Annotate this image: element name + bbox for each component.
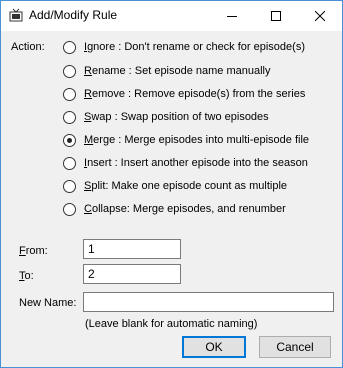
tv-icon	[9, 8, 23, 22]
radio-button[interactable]	[63, 202, 76, 216]
dialog-body: Action: Ignore : Don't rename or check f…	[1, 31, 342, 367]
radio-rename[interactable]: Rename : Set episode name manually	[63, 63, 271, 79]
window-title: Add/Modify Rule	[29, 8, 118, 22]
radio-label: Rename : Set episode name manually	[84, 65, 271, 77]
radio-label: Merge : Merge episodes into multi-episod…	[84, 134, 310, 146]
radio-remove[interactable]: Remove : Remove episode(s) from the seri…	[63, 86, 305, 102]
minimize-button[interactable]	[210, 1, 254, 31]
radio-label: Remove : Remove episode(s) from the seri…	[84, 88, 306, 100]
radio-button[interactable]	[63, 110, 76, 124]
cancel-button[interactable]: Cancel	[259, 336, 331, 358]
radio-button[interactable]	[63, 156, 76, 170]
minimize-icon	[227, 16, 237, 17]
radio-collapse[interactable]: Collapse: Merge episodes, and renumber	[63, 201, 286, 217]
action-label: Action:	[11, 41, 45, 53]
new-name-label: New Name:	[19, 297, 77, 309]
radio-insert[interactable]: Insert : Insert another episode into the…	[63, 155, 308, 171]
radio-button-selected[interactable]	[63, 133, 76, 147]
to-input[interactable]: 2	[83, 264, 181, 284]
radio-ignore[interactable]: Ignore : Don't rename or check for episo…	[63, 39, 305, 55]
radio-split[interactable]: Split: Make one episode count as multipl…	[63, 178, 287, 194]
radio-merge[interactable]: Merge : Merge episodes into multi-episod…	[63, 132, 309, 148]
from-input[interactable]: 1	[83, 239, 181, 259]
title-bar[interactable]: Add/Modify Rule	[1, 1, 342, 31]
radio-label: Collapse: Merge episodes, and renumber	[84, 203, 286, 215]
from-label: From:	[19, 245, 48, 257]
radio-button[interactable]	[63, 40, 76, 54]
close-icon	[315, 11, 325, 21]
add-modify-rule-dialog: Add/Modify Rule Action: Ignore : Don't r…	[0, 0, 343, 368]
radio-button[interactable]	[63, 64, 76, 78]
radio-button[interactable]	[63, 179, 76, 193]
radio-label: Swap : Swap position of two episodes	[84, 111, 269, 123]
maximize-icon	[271, 11, 281, 21]
radio-swap[interactable]: Swap : Swap position of two episodes	[63, 109, 269, 125]
new-name-input[interactable]	[83, 292, 334, 312]
new-name-hint: (Leave blank for automatic naming)	[85, 318, 258, 330]
maximize-button[interactable]	[254, 1, 298, 31]
radio-label: Split: Make one episode count as multipl…	[84, 180, 288, 192]
radio-label: Insert : Insert another episode into the…	[84, 157, 308, 169]
to-label: To:	[19, 270, 34, 282]
radio-label: Ignore : Don't rename or check for episo…	[84, 41, 305, 53]
close-button[interactable]	[298, 1, 342, 31]
ok-button[interactable]: OK	[182, 336, 246, 358]
radio-button[interactable]	[63, 87, 76, 101]
